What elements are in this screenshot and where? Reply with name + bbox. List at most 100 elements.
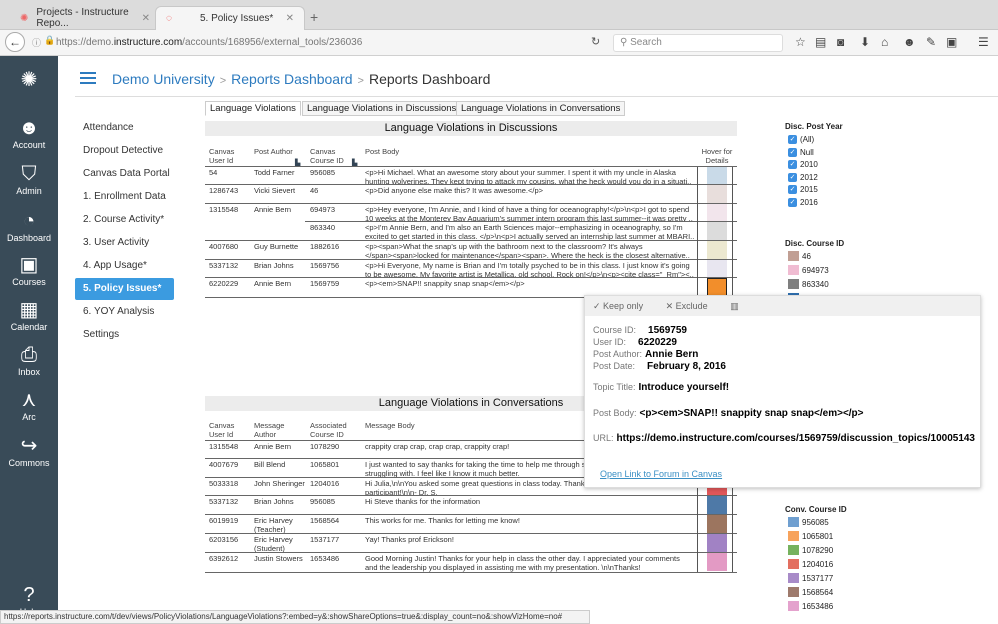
checkbox-checked-icon[interactable]: ✓ [788,160,797,169]
url-field[interactable]: https://demo.instructure.com/accounts/16… [56,34,606,52]
nav-arc[interactable]: ⋏ Arc [0,388,58,422]
table-cell-body: Good Morning Justin! Thanks for your hel… [365,554,680,572]
hover-details-mark[interactable] [707,496,727,514]
checkbox-checked-icon[interactable]: ✓ [788,172,797,182]
pen-icon[interactable]: ✎ [926,35,936,49]
column-header[interactable]: Canvas User Id [209,421,234,439]
left-nav-item[interactable]: 5. Policy Issues* [75,278,174,300]
tab-violations-conversations[interactable]: Language Violations in Conversations [456,101,626,116]
checkbox-checked-icon[interactable]: ✓ [788,135,797,144]
breadcrumb-current: Reports Dashboard [368,71,491,87]
column-header[interactable]: Hover for Details [697,147,737,165]
exclude-button[interactable]: ✕ Exclude [666,301,718,311]
table-cell-course: 956085 [310,168,336,177]
checkbox-checked-icon[interactable]: ✓ [788,185,797,194]
close-tab-icon[interactable]: ✕ [286,13,294,24]
column-header[interactable]: Message Body [365,421,415,430]
back-icon[interactable]: ← [5,32,25,52]
nav-account[interactable]: ☻ Account [0,116,58,150]
breadcrumb-reports-dashboard[interactable]: Reports Dashboard [231,71,352,87]
browser-tab-policy-issues[interactable]: ◌ 5. Policy Issues* ✕ [155,6,305,30]
info-icon[interactable]: ⓘ [32,36,41,49]
ghost-icon[interactable]: ▣ [946,35,957,49]
inbox-icon: ⎙ [21,344,37,366]
browser-tab-projects[interactable]: ✺ Projects - Instructure Repo... ✕ [10,6,160,30]
disc-course-legend-item[interactable]: 46 [788,251,811,261]
conv-course-legend-item[interactable]: 1078290 [788,545,833,555]
legend-label: 956085 [802,517,829,527]
panda-avatar-icon: ☻ [18,117,40,139]
hover-details-mark[interactable] [707,278,727,296]
nav-admin[interactable]: ⛉ Admin [0,162,58,196]
checkbox-checked-icon[interactable]: ✓ [788,147,797,157]
post-year-checkbox[interactable]: ✓ 2012 [788,172,818,182]
canvas-logo[interactable]: ✺ [0,68,58,92]
left-nav-item[interactable]: 4. App Usage* [75,255,174,277]
hover-details-mark[interactable] [707,185,727,203]
menu-icon[interactable]: ☰ [978,35,989,49]
tooltip-field: User ID: 6220229 [593,337,677,348]
close-tab-icon[interactable]: ✕ [142,13,150,24]
reading-list-icon[interactable]: ▤ [815,35,826,49]
hover-details-mark[interactable] [707,260,727,277]
search-input[interactable]: ⚲ Search [613,34,783,52]
conv-course-legend-item[interactable]: 1204016 [788,559,833,569]
nav-commons[interactable]: ↪ Commons [0,434,58,468]
disc-course-legend-item[interactable]: 863340 [788,279,829,289]
reload-icon[interactable]: ↻ [591,35,600,48]
left-nav-item[interactable]: 6. YOY Analysis [75,301,174,323]
pocket-icon[interactable]: ◙ [837,35,844,49]
hover-details-mark[interactable] [707,534,727,552]
hover-details-mark[interactable] [707,167,727,184]
view-data-icon[interactable]: ▥ [730,301,739,311]
post-year-checkbox[interactable]: ✓ Null [788,147,814,157]
breadcrumb-demo-university[interactable]: Demo University [112,71,215,87]
tab-language-violations[interactable]: Language Violations [205,101,301,116]
column-header[interactable]: Canvas User Id [209,147,234,165]
tooltip-toolbar: ✓ Keep only ✕ Exclude ▥ [585,296,980,316]
conv-course-legend-item[interactable]: 1653486 [788,601,833,611]
home-icon[interactable]: ⌂ [881,35,888,49]
left-nav-item[interactable]: 3. User Activity [75,232,174,254]
post-year-checkbox[interactable]: ✓ 2015 [788,185,818,194]
new-tab-button[interactable]: + [310,9,318,25]
conv-course-legend-item[interactable]: 1568564 [788,587,833,597]
nav-calendar[interactable]: ▦ Calendar [0,298,58,332]
keep-only-button[interactable]: ✓ Keep only [593,301,653,311]
tooltip-field-value: https://demo.instructure.com/courses/156… [616,433,975,444]
left-nav-item[interactable]: 1. Enrollment Data [75,186,174,208]
nav-dashboard[interactable]: ◔ Dashboard [0,209,58,243]
checkbox-checked-icon[interactable]: ✓ [788,197,797,207]
column-header[interactable]: Post Body [365,147,399,156]
open-forum-link[interactable]: Open Link to Forum in Canvas [600,469,722,479]
bookmark-star-icon[interactable]: ☆ [795,35,806,49]
left-nav-item[interactable]: 2. Course Activity* [75,209,174,231]
column-header[interactable]: Message Author [254,421,284,439]
nav-inbox[interactable]: ⎙ Inbox [0,343,58,377]
column-header[interactable]: Canvas Course ID [310,147,344,165]
hover-details-mark[interactable] [707,204,727,221]
left-nav-item[interactable]: Dropout Detective [75,140,174,162]
hover-details-mark[interactable] [707,515,727,533]
tooltip-field-value: Annie Bern [645,349,699,360]
hover-details-mark[interactable] [707,241,727,259]
post-year-checkbox[interactable]: ✓ 2010 [788,160,818,169]
conv-course-legend-item[interactable]: 1537177 [788,573,833,583]
hover-details-mark[interactable] [707,222,727,240]
hamburger-menu-icon[interactable] [80,72,96,84]
left-nav-item[interactable]: Attendance [75,117,174,139]
tab-violations-discussions[interactable]: Language Violations in Discussions [302,101,462,116]
column-header[interactable]: Associated Course ID [310,421,347,439]
disc-course-legend-item[interactable]: 694973 [788,265,829,275]
emoji-icon[interactable]: ☻ [903,35,916,49]
conv-course-legend-item[interactable]: 956085 [788,517,829,527]
nav-courses[interactable]: ▣ Courses [0,253,58,287]
download-icon[interactable]: ⬇ [860,35,870,49]
post-year-checkbox[interactable]: ✓ 2016 [788,197,818,207]
conv-course-legend-item[interactable]: 1065801 [788,531,833,541]
column-header[interactable]: Post Author [254,147,293,156]
left-nav-item[interactable]: Settings [75,324,174,346]
post-year-checkbox[interactable]: ✓ (All) [788,135,814,144]
hover-details-mark[interactable] [707,553,727,571]
left-nav-item[interactable]: Canvas Data Portal [75,163,174,185]
